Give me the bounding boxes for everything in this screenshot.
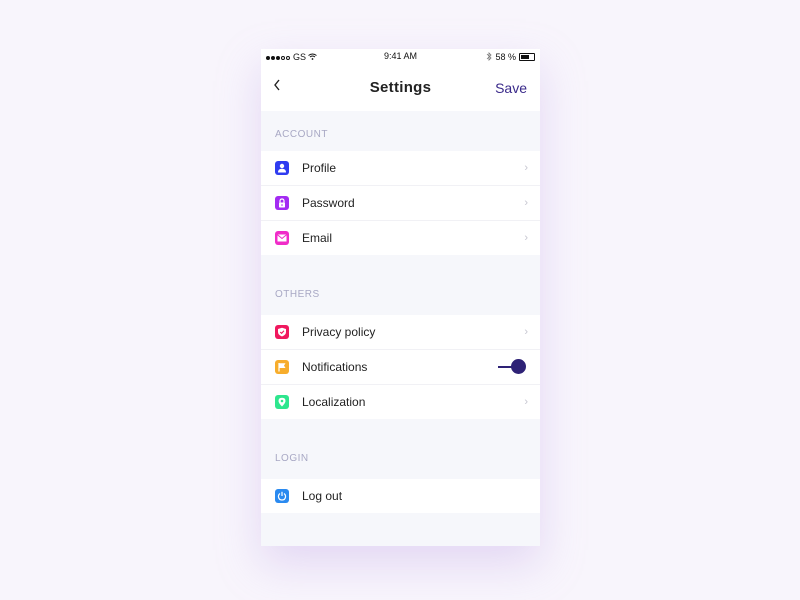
row-label: Password (302, 196, 355, 210)
notifications-toggle[interactable] (498, 359, 526, 375)
user-icon (275, 161, 289, 175)
mail-icon (275, 231, 289, 245)
row-label: Profile (302, 161, 337, 175)
section-label-account: ACCOUNT (275, 129, 328, 140)
status-time: 9:41 AM (383, 51, 418, 61)
location-pin-icon (275, 395, 289, 409)
section-label-login: LOGIN (275, 453, 309, 464)
flag-icon (275, 360, 289, 374)
nav-bar: Settings Save (261, 65, 540, 111)
save-button[interactable]: Save (495, 80, 527, 96)
settings-row-notifications[interactable]: Notifications (261, 350, 540, 385)
row-label: Email (302, 231, 333, 245)
section-label-others: OTHERS (275, 289, 320, 300)
row-label: Localization (302, 395, 366, 409)
settings-row-profile[interactable]: Profile › (261, 151, 540, 186)
settings-row-privacy-policy[interactable]: Privacy policy › (261, 315, 540, 350)
shield-icon (275, 325, 289, 339)
chevron-right-icon: › (524, 326, 528, 338)
account-group: Profile › Password › Email › (261, 151, 540, 255)
status-bar: GS 9:41 AM 58 % (261, 49, 540, 65)
toggle-knob[interactable] (511, 359, 526, 374)
login-group: Log out (261, 479, 540, 513)
settings-row-localization[interactable]: Localization › (261, 385, 540, 419)
settings-row-email[interactable]: Email › (261, 221, 540, 255)
settings-row-log-out[interactable]: Log out (261, 479, 540, 513)
chevron-right-icon: › (524, 396, 528, 408)
phone-screen: GS 9:41 AM 58 % Settings Save ACCOUNT Pr… (261, 49, 540, 546)
others-group: Privacy policy › Notifications Localizat… (261, 315, 540, 419)
power-icon (275, 489, 289, 503)
chevron-right-icon: › (524, 162, 528, 174)
settings-row-password[interactable]: Password › (261, 186, 540, 221)
battery-icon (519, 53, 535, 61)
row-label: Log out (302, 489, 343, 503)
chevron-right-icon: › (524, 197, 528, 209)
row-label: Notifications (302, 360, 368, 374)
row-label: Privacy policy (302, 325, 376, 339)
chevron-right-icon: › (524, 232, 528, 244)
lock-icon (275, 196, 289, 210)
